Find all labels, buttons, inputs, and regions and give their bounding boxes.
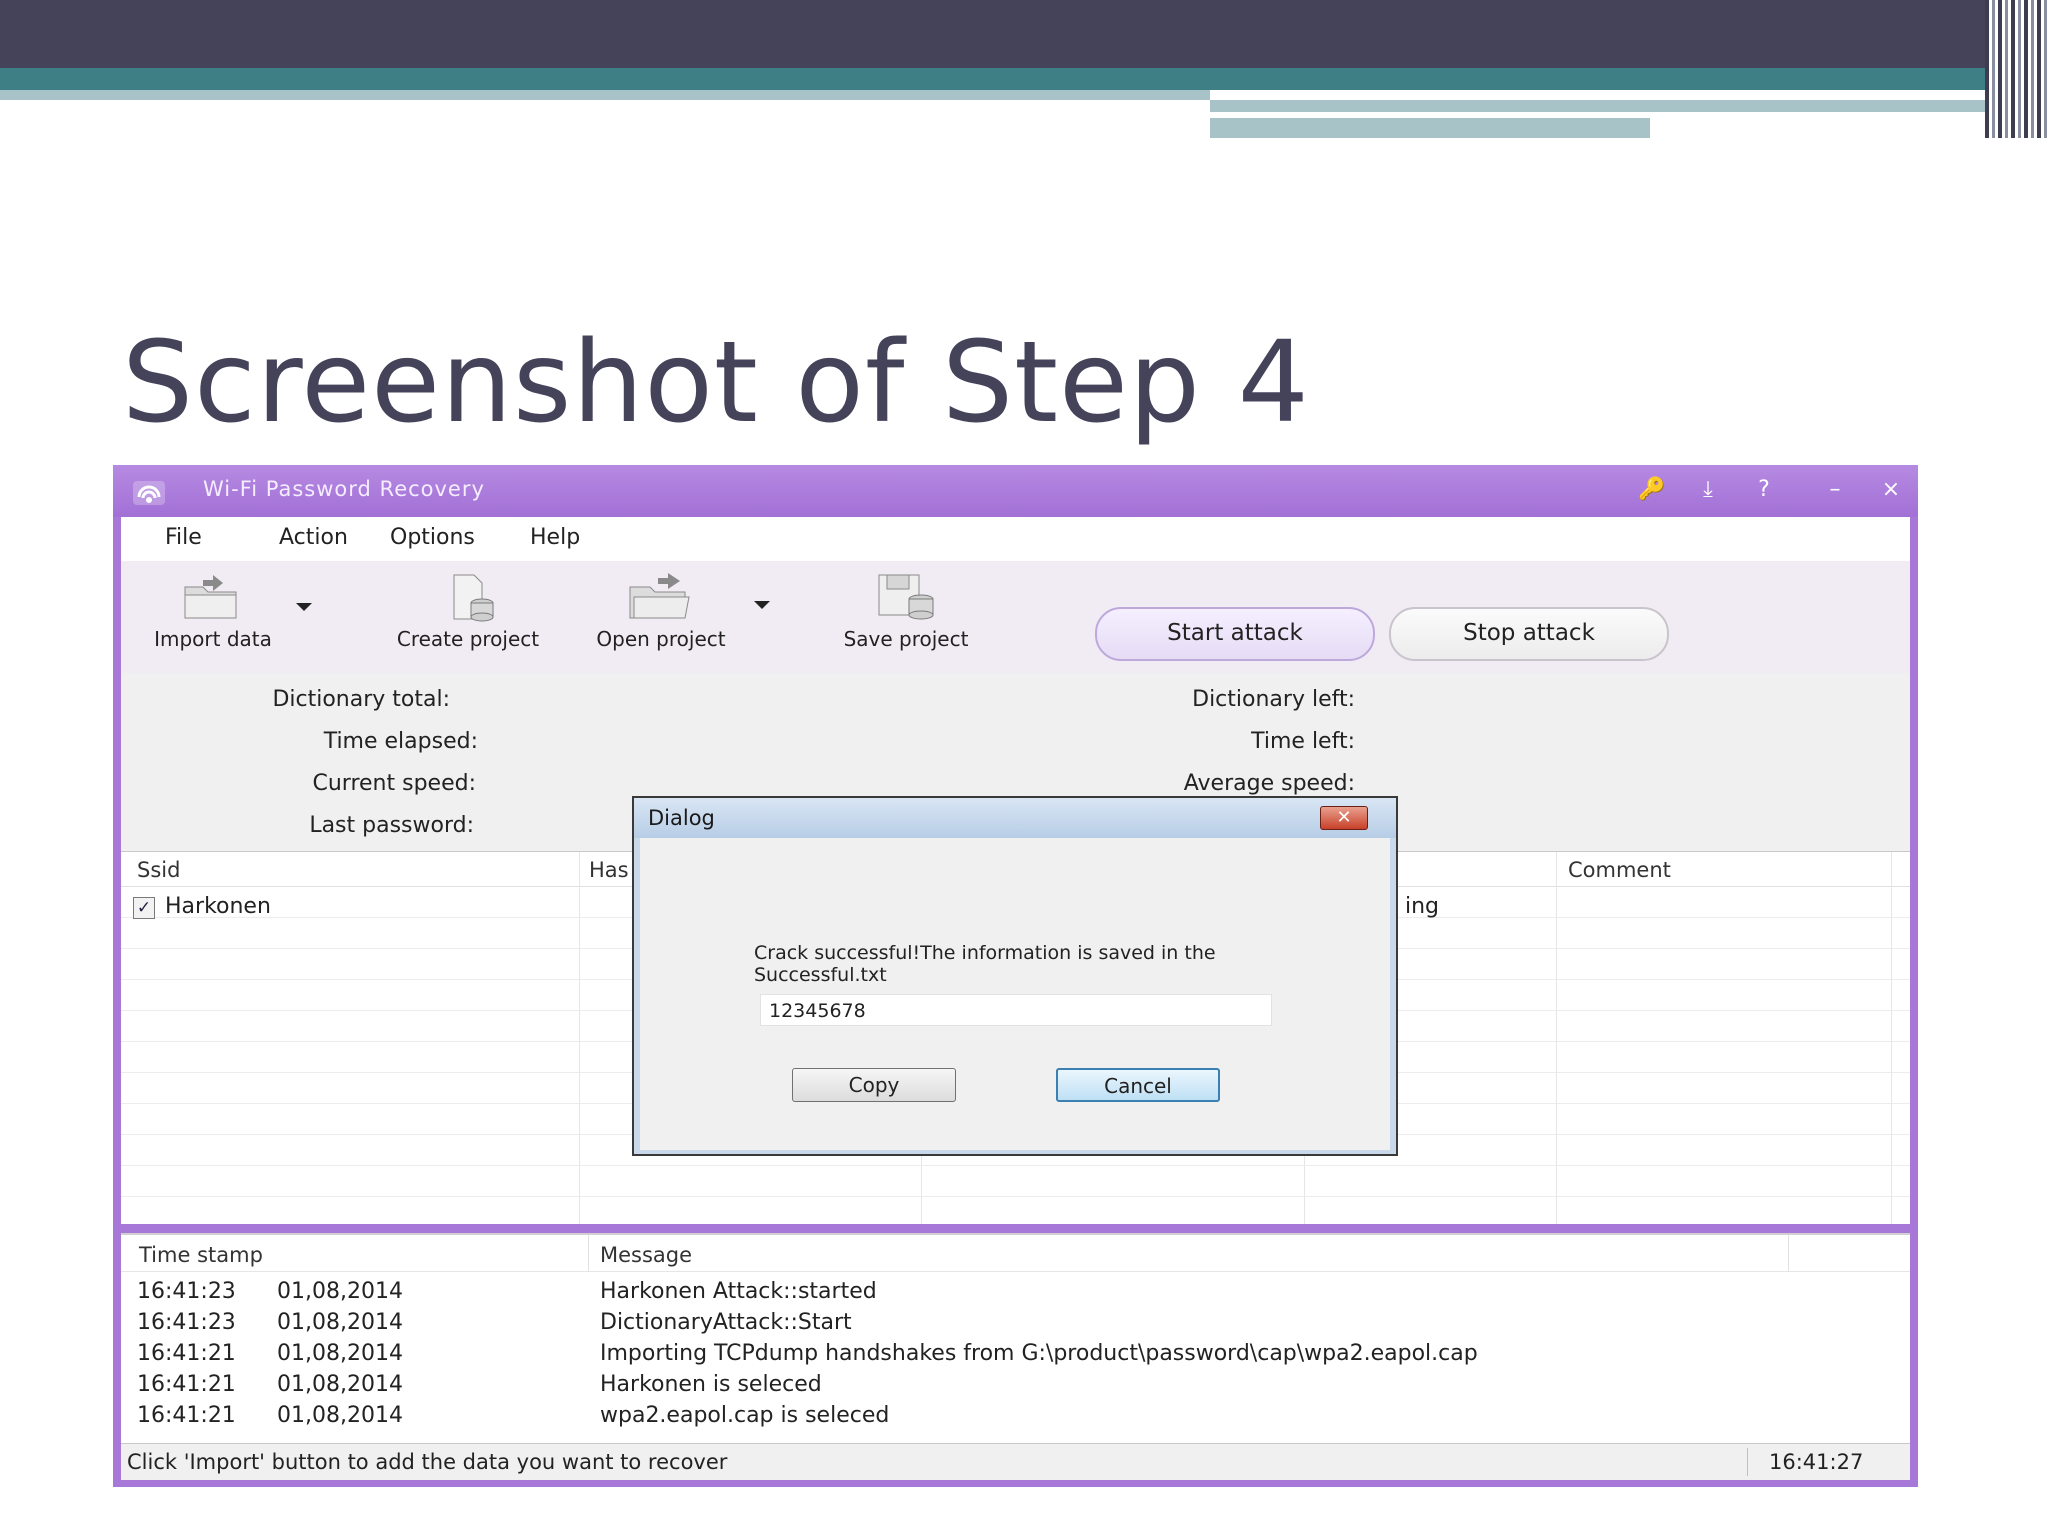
menu-action[interactable]: Action [279,525,348,550]
minimize-button[interactable]: – [1820,475,1850,505]
column-time-stamp[interactable]: Time stamp [139,1243,263,1267]
create-project-icon [453,574,494,622]
folder-import-icon [184,575,237,619]
time-left-label: Time left: [1251,729,1355,754]
crack-result-dialog: Dialog ✕ Crack successful!The informatio… [632,796,1398,1156]
current-speed-label: Current speed: [312,771,477,796]
row-divider [121,1165,1910,1166]
import-data-button[interactable]: Import data [143,569,283,651]
log-date: 01,08,2014 [277,1310,403,1335]
status-hint: Click 'Import' button to add the data yo… [127,1450,728,1474]
log-message: wpa2.eapol.cap is seleced [600,1403,890,1428]
log-message: DictionaryAttack::Start [600,1310,852,1335]
slide-header-line [1210,112,1900,116]
open-project-icon [629,573,690,619]
network-ssid[interactable]: Harkonen [165,894,271,919]
log-time: 16:41:23 [137,1310,236,1335]
start-attack-button[interactable]: Start attack [1095,607,1375,661]
log-row: 16:41:21 01,08,2014 Importing TCPdump ha… [121,1341,1910,1371]
slide-title: Screenshot of Step 4 [122,318,1310,448]
time-elapsed-label: Time elapsed: [323,729,478,754]
slide-header-accent [0,68,2048,90]
log-time: 16:41:23 [137,1279,236,1304]
slide-edge-stripes [1985,0,2048,138]
column-divider [579,852,580,1224]
status-bar: Click 'Import' button to add the data yo… [121,1443,1910,1480]
import-dropdown-icon[interactable] [296,603,312,611]
close-button[interactable]: × [1876,475,1906,505]
save-project-button[interactable]: Save project [831,569,981,651]
menu-options[interactable]: Options [390,525,475,550]
log-row: 16:41:21 01,08,2014 wpa2.eapol.cap is se… [121,1403,1910,1433]
open-project-label: Open project [596,627,726,651]
network-status: ing [1405,894,1440,919]
slide-header-accent-right-lower [1210,118,1650,138]
slide-header-band [0,0,2048,68]
log-message: Harkonen is seleced [600,1372,822,1397]
log-date: 01,08,2014 [277,1341,403,1366]
dialog-close-icon[interactable]: ✕ [1320,806,1368,830]
title-bar[interactable]: Wi-Fi Password Recovery 🔑 ⤓ ? – × [113,465,1918,517]
log-row: 16:41:21 01,08,2014 Harkonen is seleced [121,1372,1910,1402]
help-button[interactable]: ? [1749,475,1779,505]
column-hash[interactable]: Has [589,858,629,882]
log-header: Time stamp Message [121,1235,1910,1272]
open-project-button[interactable]: Open project [586,569,736,651]
log-message: Importing TCPdump handshakes from G:\pro… [600,1341,1478,1366]
log-panel: Time stamp Message 16:41:23 01,08,2014 H… [121,1233,1910,1443]
wifi-app-icon [133,481,165,505]
cancel-button[interactable]: Cancel [1056,1068,1220,1102]
dialog-title: Dialog [648,806,715,830]
dialog-message-line2: Successful.txt [754,964,887,986]
log-row: 16:41:23 01,08,2014 Harkonen Attack::sta… [121,1279,1910,1309]
status-time: 16:41:27 [1769,1450,1864,1474]
column-ssid[interactable]: Ssid [137,858,180,882]
log-date: 01,08,2014 [277,1372,403,1397]
create-project-button[interactable]: Create project [383,569,553,651]
row-divider [121,1196,1910,1197]
dictionary-left-label: Dictionary left: [1192,687,1355,712]
last-password-label: Last password: [309,813,474,838]
log-time: 16:41:21 [137,1341,236,1366]
password-field[interactable]: 12345678 [760,994,1272,1026]
log-time: 16:41:21 [137,1403,236,1428]
create-project-label: Create project [396,627,540,651]
key-icon[interactable]: 🔑 [1637,475,1667,505]
column-comment[interactable]: Comment [1568,858,1671,882]
toolbar: Import data Create project Open project [121,561,1910,674]
window-title: Wi-Fi Password Recovery [203,477,485,501]
dictionary-total-label: Dictionary total: [272,687,450,712]
column-divider [1556,852,1557,1224]
log-date: 01,08,2014 [277,1279,403,1304]
stop-attack-button[interactable]: Stop attack [1389,607,1669,661]
column-divider [1891,852,1892,1224]
menu-file[interactable]: File [165,525,202,550]
log-time: 16:41:21 [137,1372,236,1397]
save-project-icon [878,574,934,620]
column-divider [588,1235,589,1271]
save-project-label: Save project [843,627,969,651]
open-project-dropdown-icon[interactable] [754,601,770,609]
log-date: 01,08,2014 [277,1403,403,1428]
network-checkbox[interactable]: ✓ [133,897,155,919]
menu-help[interactable]: Help [530,525,580,550]
dialog-body: Crack successful!The information is save… [640,838,1390,1150]
download-icon[interactable]: ⤓ [1693,475,1723,505]
menu-bar: File Action Options Help [121,517,1910,561]
slide-header-accent-light [0,90,1210,100]
copy-button[interactable]: Copy [792,1068,956,1102]
slide-header-accent-right [1210,100,2010,112]
log-message: Harkonen Attack::started [600,1279,877,1304]
dialog-title-bar[interactable]: Dialog ✕ [634,798,1396,838]
dialog-message-line1: Crack successful!The information is save… [754,942,1216,964]
column-divider [1788,1235,1789,1271]
log-row: 16:41:23 01,08,2014 DictionaryAttack::St… [121,1310,1910,1340]
status-divider [1747,1448,1748,1476]
average-speed-label: Average speed: [1183,771,1355,796]
column-message[interactable]: Message [600,1243,692,1267]
import-data-label: Import data [154,627,272,651]
dialog-message: Crack successful!The information is save… [754,942,1314,986]
